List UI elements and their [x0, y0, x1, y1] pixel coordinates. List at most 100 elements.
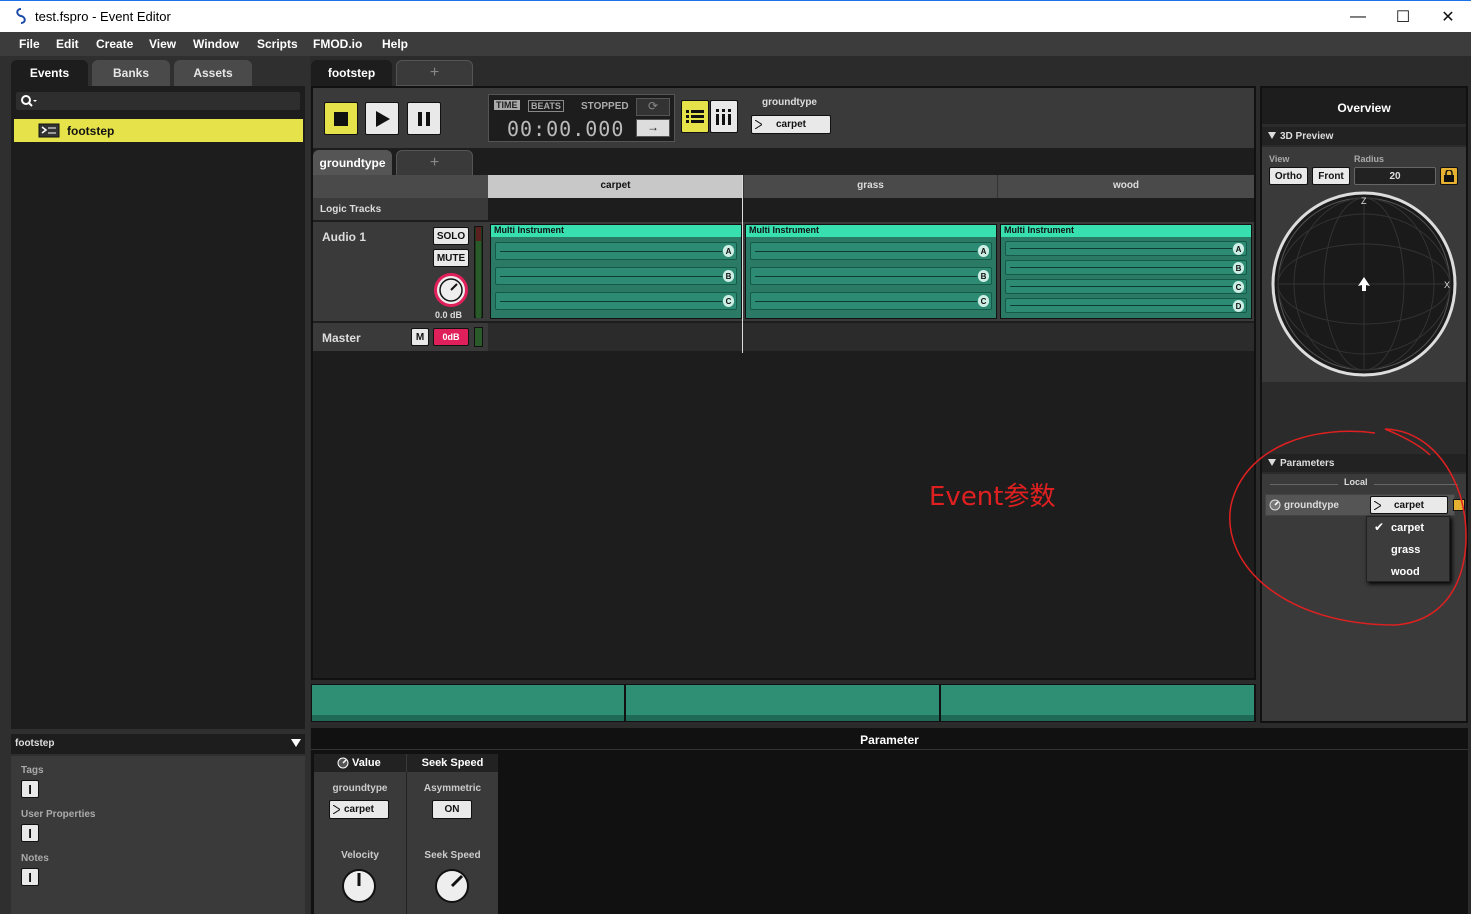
knob-pointer-icon [439, 278, 463, 302]
playhead[interactable] [742, 175, 743, 353]
groundtype-value-pill[interactable]: carpet [329, 800, 389, 819]
play-button[interactable] [365, 102, 399, 135]
properties-title: footstep [15, 738, 55, 749]
lock-button[interactable] [1440, 167, 1458, 185]
follow-arrow-icon[interactable]: → [636, 119, 670, 137]
option-label: carpet [1391, 522, 1425, 534]
collapse-triangle-icon [1268, 132, 1276, 139]
overview-title: Overview [1337, 101, 1391, 115]
master-mute-button[interactable]: M [411, 328, 429, 346]
parameter-marker[interactable] [1453, 499, 1465, 511]
seek-speed-knob[interactable] [434, 868, 470, 904]
minimize-button[interactable]: — [1335, 1, 1381, 33]
column-carpet[interactable]: carpet [488, 175, 743, 198]
parameter-row[interactable]: groundtype carpet [1265, 494, 1455, 516]
list-item[interactable]: footstep [14, 119, 303, 142]
event-editor: TIME BEATS STOPPED 00:00.000 ⟳ → groundt… [311, 86, 1256, 680]
radius-field[interactable]: 20 [1354, 167, 1436, 185]
tab-seek-speed[interactable]: Seek Speed [407, 754, 498, 772]
solo-button[interactable]: SOLO [433, 227, 469, 245]
tags-label: Tags [21, 765, 44, 776]
parameters-header[interactable]: Parameters [1262, 454, 1466, 472]
tab-events[interactable]: Events [11, 60, 88, 86]
parameters-body: Local groundtype carpet ✔ carpet grass w… [1262, 474, 1466, 721]
track-view-button[interactable] [681, 100, 709, 133]
playlist-entry[interactable]: A [750, 242, 992, 260]
close-button[interactable]: ✕ [1425, 1, 1471, 33]
search-input[interactable] [16, 92, 300, 110]
column-grass[interactable]: grass [743, 175, 997, 198]
tags-edit-icon[interactable]: I [21, 780, 39, 798]
tab-groundtype-sheet[interactable]: groundtype [313, 150, 392, 176]
tab-banks[interactable]: Banks [92, 60, 170, 86]
event-name: footstep [67, 124, 115, 138]
front-button[interactable]: Front [1312, 167, 1350, 185]
parameter-value-select[interactable]: carpet [1370, 496, 1448, 514]
menu-view[interactable]: View [149, 37, 176, 51]
playlist-entry[interactable]: C [750, 292, 992, 310]
maximize-button[interactable]: ☐ [1380, 1, 1426, 33]
menu-scripts[interactable]: Scripts [257, 37, 298, 51]
dropdown-option[interactable]: wood [1367, 563, 1449, 583]
playlist-entry[interactable]: C [1005, 279, 1247, 294]
properties-header[interactable]: footstep [11, 734, 305, 754]
multi-instrument[interactable]: Multi Instrument A B C [745, 224, 997, 319]
menu-fmodio[interactable]: FMOD.io [313, 37, 362, 51]
logic-tracks-lane [488, 198, 1254, 220]
parameter-region[interactable] [312, 685, 624, 721]
multi-instrument[interactable]: Multi Instrument A B C D [1000, 224, 1252, 319]
playlist-entry[interactable]: B [495, 267, 737, 285]
add-sheet-button[interactable]: + [396, 150, 473, 176]
volume-knob[interactable] [434, 273, 468, 307]
slot-label: B [978, 270, 989, 282]
menu-create[interactable]: Create [96, 37, 133, 51]
tab-value[interactable]: Value [314, 754, 406, 772]
audio-track-name: Audio 1 [322, 230, 366, 244]
parameter-region[interactable] [626, 685, 939, 721]
loop-icon[interactable]: ⟳ [636, 98, 670, 116]
menu-window[interactable]: Window [193, 37, 239, 51]
menu-file[interactable]: File [19, 37, 40, 51]
mute-button[interactable]: MUTE [433, 249, 469, 267]
chevron-down-icon [291, 739, 301, 747]
playlist-entry[interactable]: B [750, 267, 992, 285]
tab-footstep[interactable]: footstep [311, 60, 392, 86]
playlist-entry[interactable]: A [495, 242, 737, 260]
menu-edit[interactable]: Edit [56, 37, 79, 51]
ortho-button[interactable]: Ortho [1269, 167, 1308, 185]
dropdown-option[interactable]: grass [1367, 541, 1449, 561]
slot-label: C [978, 295, 989, 307]
beats-mode-button[interactable]: BEATS [528, 100, 564, 112]
velocity-knob[interactable] [341, 868, 377, 904]
menu-help[interactable]: Help [382, 37, 408, 51]
stop-button[interactable] [324, 102, 358, 135]
asymmetric-toggle[interactable]: ON [432, 800, 472, 819]
pause-button[interactable] [407, 102, 441, 135]
column-wood[interactable]: wood [997, 175, 1254, 198]
master-fader[interactable]: 0dB [433, 328, 469, 346]
collapse-triangle-icon [1268, 459, 1276, 466]
notes-label: Notes [21, 853, 49, 864]
dropdown-option[interactable]: carpet [1367, 519, 1449, 539]
event-list: footstep [11, 86, 305, 729]
velocity-label: Velocity [341, 850, 379, 861]
preview-body: View Radius Ortho Front 20 Z X [1262, 147, 1466, 382]
notes-edit-icon[interactable]: I [21, 868, 39, 886]
tab-assets[interactable]: Assets [174, 60, 252, 86]
time-mode-button[interactable]: TIME [494, 100, 520, 110]
playlist-entry[interactable]: C [495, 292, 737, 310]
mixer-view-button[interactable] [710, 100, 738, 133]
playlist-entry[interactable]: D [1005, 298, 1247, 313]
parameter-region[interactable] [941, 685, 1254, 721]
parameter-name: groundtype [1284, 500, 1339, 511]
3d-preview-sphere[interactable] [1269, 189, 1459, 379]
slot-label: B [723, 270, 734, 282]
playlist-entry[interactable]: B [1005, 260, 1247, 275]
param-pill-value[interactable]: carpet [751, 115, 831, 134]
add-tab-button[interactable]: + [396, 60, 473, 86]
preview-header[interactable]: 3D Preview [1262, 127, 1466, 145]
playlist-entry[interactable]: A [1005, 241, 1247, 256]
volume-readout: 0.0 dB [435, 310, 463, 320]
user-properties-edit-icon[interactable]: I [21, 824, 39, 842]
multi-instrument[interactable]: Multi Instrument A B C [490, 224, 742, 319]
